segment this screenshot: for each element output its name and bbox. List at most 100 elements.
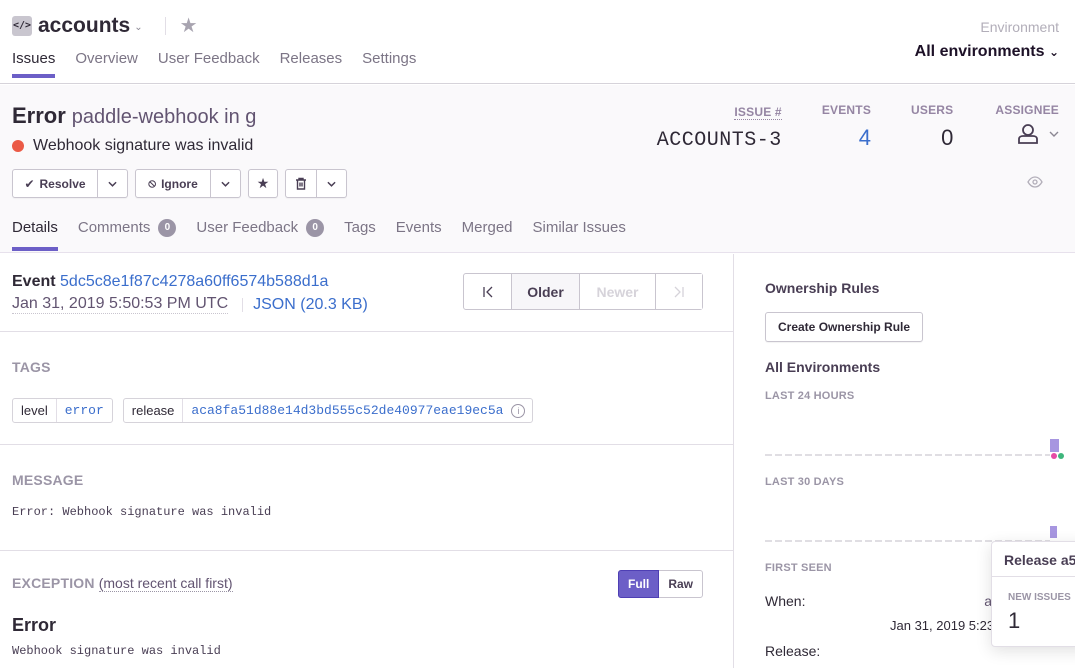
view-toggle: Full Raw: [617, 570, 703, 598]
event-bar: [1050, 439, 1059, 452]
bookmark-button[interactable]: ★: [249, 170, 277, 197]
event-bar: [1050, 526, 1057, 538]
last-page-icon: [674, 286, 684, 297]
json-link[interactable]: JSON (20.3 KB): [253, 296, 368, 314]
eye-icon: [1027, 176, 1043, 188]
nav-settings[interactable]: Settings: [362, 50, 416, 78]
tooltip-value: 1: [1008, 608, 1021, 633]
event-label: Event: [12, 273, 56, 290]
project-name[interactable]: accounts: [38, 14, 130, 38]
tab-events[interactable]: Events: [396, 219, 442, 251]
subscribe-button[interactable]: [1027, 175, 1043, 191]
issue-stats: ISSUE # ACCOUNTS-3 EVENTS 4 USERS 0 ASSI…: [617, 103, 1059, 152]
divider: [992, 576, 1075, 577]
environment-selector[interactable]: Environment All environments ⌄: [915, 19, 1059, 61]
tab-label: Tags: [344, 219, 376, 236]
last-24-hours-label: LAST 24 HOURS: [765, 390, 855, 402]
event-meta: Jan 31, 2019 5:50:53 PM UTC JSON (20.3 K…: [12, 295, 368, 314]
nav-user-feedback[interactable]: User Feedback: [158, 50, 260, 78]
divider: [242, 297, 244, 312]
events-value[interactable]: 4: [822, 125, 871, 151]
info-icon[interactable]: i: [511, 403, 526, 418]
ignore-button[interactable]: ⦸ Ignore: [136, 170, 210, 197]
exception-heading: EXCEPTION (most recent call first): [12, 575, 233, 592]
exception-value: Webhook signature was invalid: [12, 644, 221, 658]
feedback-count-badge: 0: [306, 219, 325, 237]
exception-label: EXCEPTION: [12, 575, 95, 591]
code-icon: </>: [12, 15, 32, 36]
stat-events[interactable]: EVENTS 4: [822, 103, 871, 152]
tab-label: Merged: [461, 219, 513, 236]
issue-culprit: paddle-webhook in g: [71, 106, 257, 128]
resolve-dropdown-button[interactable]: [97, 170, 127, 197]
assignee-selector[interactable]: [1017, 123, 1059, 145]
chevron-down-icon[interactable]: ⌄: [134, 22, 142, 33]
issue-actions: ✔ Resolve ⦸ Ignore ★: [12, 169, 354, 198]
tooltip-label: NEW ISSUES: [1008, 592, 1071, 603]
ownership-heading: Ownership Rules: [765, 280, 880, 296]
environment-value: All environments: [914, 43, 1045, 60]
users-value: 0: [941, 125, 954, 150]
project-nav: Issues Overview User Feedback Releases S…: [12, 50, 436, 78]
tab-tags[interactable]: Tags: [344, 219, 376, 251]
assignee-label: ASSIGNEE: [995, 103, 1059, 117]
environment-dropdown[interactable]: All environments ⌄: [915, 43, 1059, 61]
event-pager: Older Newer: [463, 273, 703, 310]
tag-item[interactable]: release aca8fa51d88e14d3bd555c52de40977e…: [122, 398, 534, 423]
project-selector[interactable]: </> accounts ⌄ ★: [12, 13, 198, 38]
raw-button[interactable]: Raw: [659, 571, 702, 597]
tooltip-title: Release a5: [1004, 552, 1075, 568]
tab-merged[interactable]: Merged: [462, 219, 513, 251]
create-ownership-rule-button[interactable]: Create Ownership Rule: [765, 312, 924, 342]
first-seen-marker: [1051, 453, 1057, 459]
older-button[interactable]: Older: [511, 274, 579, 309]
event-summary: Event 5dc5c8e1f87c4278a60ff6574b588d1a J…: [0, 254, 733, 332]
message-text: Error: Webhook signature was invalid: [12, 505, 272, 519]
tab-similar-issues[interactable]: Similar Issues: [533, 219, 626, 251]
newer-button[interactable]: Newer: [579, 274, 655, 309]
trash-icon: [296, 177, 306, 190]
sparkline-24h[interactable]: [765, 434, 1065, 464]
stat-issue-number: ISSUE # ACCOUNTS-3: [657, 103, 782, 152]
delete-button[interactable]: [286, 170, 316, 197]
last-30-days-label: LAST 30 DAYS: [765, 476, 845, 488]
ignore-dropdown-button[interactable]: [210, 170, 240, 197]
first-seen-label: FIRST SEEN: [765, 562, 832, 574]
tag-value[interactable]: error: [57, 399, 112, 422]
event-details: Event 5dc5c8e1f87c4278a60ff6574b588d1a J…: [0, 254, 734, 668]
oldest-button[interactable]: [464, 274, 511, 309]
issue-message: Webhook signature was invalid: [12, 137, 253, 155]
tab-label: Comments: [77, 219, 151, 236]
tag-item[interactable]: level error: [12, 398, 113, 423]
issue-type: Error: [12, 103, 66, 128]
nav-releases[interactable]: Releases: [280, 50, 343, 78]
tag-key: level: [13, 399, 57, 422]
newest-button[interactable]: [655, 274, 702, 309]
bookmark-group: ★: [248, 169, 278, 198]
tab-details[interactable]: Details: [12, 219, 58, 251]
delete-dropdown-button[interactable]: [316, 170, 346, 197]
resolve-button[interactable]: ✔ Resolve: [13, 170, 97, 197]
exception-order-toggle[interactable]: (most recent call first): [98, 575, 233, 592]
tab-label: User Feedback: [196, 219, 299, 236]
tags-section: TAGS level error release aca8fa51d88e14d…: [0, 332, 733, 445]
star-icon[interactable]: ★: [180, 13, 198, 38]
nav-overview[interactable]: Overview: [75, 50, 138, 78]
tab-comments[interactable]: Comments 0: [78, 219, 177, 251]
full-button[interactable]: Full: [617, 570, 660, 598]
user-icon: [1018, 124, 1038, 144]
chevron-down-icon: [108, 181, 117, 187]
message-heading: MESSAGE: [12, 472, 84, 488]
tags-heading: TAGS: [12, 359, 51, 375]
message-section: MESSAGE Error: Webhook signature was inv…: [0, 445, 733, 551]
issue-header: Error paddle-webhook in g Webhook signatu…: [0, 85, 1075, 253]
event-id-link[interactable]: 5dc5c8e1f87c4278a60ff6574b588d1a: [60, 273, 328, 290]
nav-issues[interactable]: Issues: [12, 50, 56, 78]
tab-user-feedback[interactable]: User Feedback 0: [196, 219, 325, 251]
first-page-icon: [482, 286, 492, 297]
divider: [164, 16, 166, 35]
checkmark-icon: ✔: [24, 176, 35, 191]
last-seen-marker: [1058, 453, 1064, 459]
tag-value[interactable]: aca8fa51d88e14d3bd555c52de40977eae19ec5a: [183, 399, 511, 422]
when-label: When:: [765, 593, 806, 609]
